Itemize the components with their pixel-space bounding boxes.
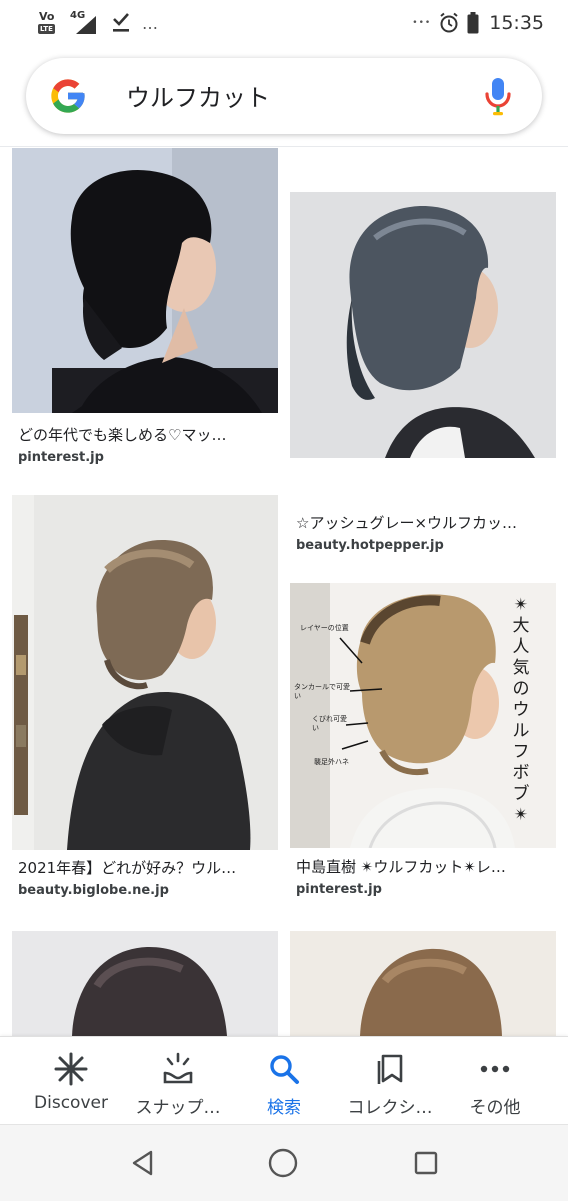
signal-icon: 4G xyxy=(70,10,100,36)
battery-icon xyxy=(467,12,479,34)
result-caption[interactable]: どの年代でも楽しめる♡マッ… xyxy=(18,424,268,445)
recents-icon[interactable] xyxy=(410,1147,442,1179)
nav-label: コレクシ… xyxy=(347,1098,433,1118)
result-thumbnail[interactable] xyxy=(12,931,278,1036)
status-bar: Vo LTE 4G … ••• 15:35 xyxy=(0,0,568,46)
overlay-note: レイヤーの位置 xyxy=(300,624,349,632)
nav-label: Discover xyxy=(34,1093,108,1113)
nav-more[interactable]: その他 xyxy=(440,1037,550,1125)
back-icon[interactable] xyxy=(127,1147,159,1179)
nav-search[interactable]: 検索 xyxy=(229,1037,339,1125)
discover-asterisk-icon xyxy=(53,1051,89,1087)
nav-discover[interactable]: Discover xyxy=(16,1037,126,1125)
overlay-note: 襲足外ハネ xyxy=(314,758,349,766)
result-thumbnail[interactable] xyxy=(290,931,556,1036)
snapshot-icon xyxy=(160,1051,196,1087)
image-results-grid[interactable]: どの年代でも楽しめる♡マッ… pinterest.jp ☆アッシュグレー×ウルフ… xyxy=(0,148,568,1036)
result-caption[interactable]: 中島直樹 ✴ウルフカット✴レ… xyxy=(296,856,546,877)
image-result-card[interactable]: レイヤーの位置 タンカールで可愛い くびれ可愛い 襲足外ハネ ✴大人気のウルフボ… xyxy=(290,583,556,913)
nav-collections[interactable]: コレクシ… xyxy=(335,1037,445,1125)
result-thumbnail[interactable] xyxy=(12,148,278,413)
image-result-card[interactable]: ☆アッシュグレー×ウルフカッ… beauty.hotpepper.jp xyxy=(290,148,556,563)
alarm-icon xyxy=(439,12,459,34)
result-source[interactable]: beauty.hotpepper.jp xyxy=(296,538,444,553)
nav-snapshot[interactable]: スナップ… xyxy=(123,1037,233,1125)
nav-label: 検索 xyxy=(267,1098,301,1118)
image-result-card[interactable]: どの年代でも楽しめる♡マッ… pinterest.jp xyxy=(12,148,278,468)
bottom-navigation: Discover スナップ… 検索 コレクシ… その他 xyxy=(0,1036,568,1125)
collections-icon xyxy=(372,1051,408,1087)
nav-label: スナップ… xyxy=(135,1098,221,1118)
nav-label: その他 xyxy=(469,1098,521,1118)
overlay-note: くびれ可愛い xyxy=(312,715,347,732)
search-bar[interactable]: ウルフカット xyxy=(26,58,542,134)
volte-label: Vo xyxy=(39,10,55,23)
header-divider xyxy=(0,146,568,147)
result-caption[interactable]: 2021年春】どれが好み？ウル… xyxy=(18,857,268,878)
image-result-card[interactable]: 2021年春】どれが好み？ウル… beauty.biglobe.ne.jp xyxy=(12,495,278,905)
overlay-title: ✴大人気のウルフボブ✴ xyxy=(512,595,530,825)
clock: 15:35 xyxy=(489,12,544,34)
more-dots-icon: … xyxy=(142,13,159,33)
more-horiz-icon xyxy=(477,1051,513,1087)
search-icon xyxy=(266,1051,302,1087)
search-query[interactable]: ウルフカット xyxy=(126,78,270,113)
home-icon[interactable] xyxy=(267,1147,299,1179)
status-left: Vo LTE 4G … xyxy=(38,9,159,37)
image-result-card[interactable] xyxy=(290,931,556,1036)
mic-icon[interactable] xyxy=(484,76,512,116)
result-source[interactable]: pinterest.jp xyxy=(18,450,104,465)
notification-dots-icon: ••• xyxy=(412,18,432,28)
result-thumbnail[interactable] xyxy=(12,495,278,850)
download-done-icon xyxy=(110,10,132,36)
google-logo[interactable] xyxy=(48,76,88,116)
result-caption[interactable]: ☆アッシュグレー×ウルフカッ… xyxy=(296,512,546,533)
overlay-note: タンカールで可愛い xyxy=(294,683,350,700)
lte-label: LTE xyxy=(38,24,55,34)
volte-icon: Vo LTE xyxy=(38,10,60,36)
result-source[interactable]: beauty.biglobe.ne.jp xyxy=(18,883,169,898)
result-thumbnail[interactable] xyxy=(290,148,556,503)
result-source[interactable]: pinterest.jp xyxy=(296,882,382,897)
image-result-card[interactable] xyxy=(12,931,278,1036)
status-right: ••• 15:35 xyxy=(412,9,544,37)
system-navigation-bar xyxy=(0,1124,568,1201)
result-thumbnail[interactable]: レイヤーの位置 タンカールで可愛い くびれ可愛い 襲足外ハネ ✴大人気のウルフボ… xyxy=(290,583,556,848)
